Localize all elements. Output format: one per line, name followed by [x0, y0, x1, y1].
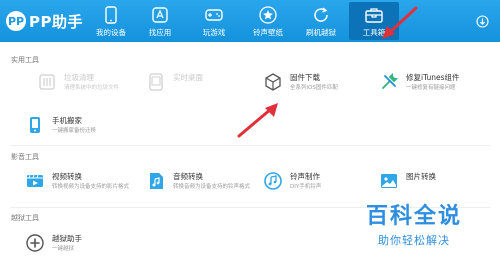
- watermark-subtitle: 助你轻松解决: [377, 234, 450, 247]
- watermark-title: 百科全说: [365, 204, 462, 229]
- tool-name: 视频转换: [52, 172, 82, 181]
- tool-name: 越狱助手: [52, 234, 82, 243]
- gamepad-icon: [203, 5, 225, 25]
- tool-desc: 转换音频为设备支持的铃声格式: [173, 184, 251, 190]
- nav-label: 刷机越狱: [306, 28, 336, 37]
- tool-jailbreak-assistant[interactable]: 越狱助手 一键越狱: [24, 232, 82, 254]
- app-title: PP助手: [29, 12, 83, 31]
- phone-icon: [100, 5, 122, 25]
- tool-desc: 转换视频为设备支持的影片格式: [52, 184, 130, 190]
- tool-phone-migration[interactable]: 手机搬家 一键搬家备份迁移: [24, 114, 96, 136]
- tool-desc: 一键搬家备份迁移: [52, 128, 97, 134]
- jailbreak-icon: [24, 232, 46, 254]
- arrow-to-firmware-download: [237, 103, 278, 138]
- pp-logo-icon: PP: [6, 11, 26, 31]
- desktop-icon: [145, 71, 167, 93]
- arrow-to-toolbox: [382, 6, 418, 39]
- phone-transfer-icon: [24, 114, 46, 136]
- nav-label: 我的设备: [96, 28, 126, 37]
- ringtone-icon: [262, 170, 284, 192]
- tool-image-convert[interactable]: 图片转换: [378, 170, 436, 192]
- tool-video-convert[interactable]: 视频转换 转换视频为设备支持的影片格式: [24, 170, 129, 192]
- tool-name: 实时桌面: [173, 73, 203, 82]
- tool-name: 音频转换: [173, 172, 203, 181]
- tool-name: 垃圾清理: [64, 73, 94, 82]
- nav-label: 玩游戏: [202, 28, 226, 37]
- tool-desc: DIY手机铃声: [290, 184, 322, 190]
- image-icon: [378, 170, 400, 192]
- tool-name: 铃声制作: [290, 172, 320, 181]
- nav-my-device[interactable]: 我的设备: [86, 2, 136, 40]
- tool-desc: 全系列iOS固件匹配: [290, 85, 338, 91]
- tool-name: 图片转换: [406, 172, 436, 181]
- broom-icon: [36, 71, 58, 93]
- tool-ringtone-maker[interactable]: 铃声制作 DIY手机铃声: [262, 170, 321, 192]
- video-icon: [24, 170, 46, 192]
- watermark: 百科全说 助你轻松解决: [366, 198, 462, 248]
- tool-live-desktop[interactable]: 实时桌面: [145, 71, 203, 93]
- tool-desc: 一键修复有链接问题: [406, 85, 456, 91]
- tool-name: 固件下载: [290, 73, 320, 82]
- nav-find-apps[interactable]: 找应用: [135, 2, 185, 40]
- nav-ringtones-wallpapers[interactable]: 铃声壁纸: [243, 2, 293, 40]
- tool-desc: 清理系统中的垃圾文件: [64, 85, 120, 91]
- star-icon: [257, 5, 279, 25]
- nav-flash-jailbreak[interactable]: 刷机越狱: [296, 2, 346, 40]
- section-title-utilities: 实用工具: [11, 56, 39, 64]
- tool-desc: 一键越狱: [52, 246, 75, 252]
- wrench-icon: [378, 71, 400, 93]
- tool-name: 手机搬家: [52, 116, 82, 125]
- tool-name: 修复iTunes组件: [406, 73, 460, 82]
- nav-games[interactable]: 玩游戏: [189, 2, 239, 40]
- app-store-icon: [149, 5, 171, 25]
- section-divider: [10, 145, 490, 146]
- tool-junk-clean[interactable]: 垃圾清理 清理系统中的垃圾文件: [36, 71, 119, 93]
- section-title-jailbreak: 越狱工具: [11, 214, 39, 222]
- window-controls: [475, 14, 490, 28]
- box-icon: [262, 71, 284, 93]
- download-icon[interactable]: [475, 14, 490, 28]
- refresh-icon: [310, 5, 332, 25]
- tool-firmware-download[interactable]: 固件下载 全系列iOS固件匹配: [262, 71, 338, 93]
- tool-repair-itunes[interactable]: 修复iTunes组件 一键修复有链接问题: [378, 71, 460, 93]
- nav-label: 铃声壁纸: [253, 28, 283, 37]
- app-logo: PP PP助手: [6, 10, 83, 32]
- audio-icon: [145, 170, 167, 192]
- section-title-media: 影音工具: [11, 153, 39, 161]
- top-toolbar: PP PP助手 我的设备 找应用 玩游戏 铃声壁纸 刷机越狱 工具箱: [0, 0, 500, 42]
- tool-audio-convert[interactable]: 音频转换 转换音频为设备支持的铃声格式: [145, 170, 250, 192]
- nav-label: 找应用: [148, 28, 172, 37]
